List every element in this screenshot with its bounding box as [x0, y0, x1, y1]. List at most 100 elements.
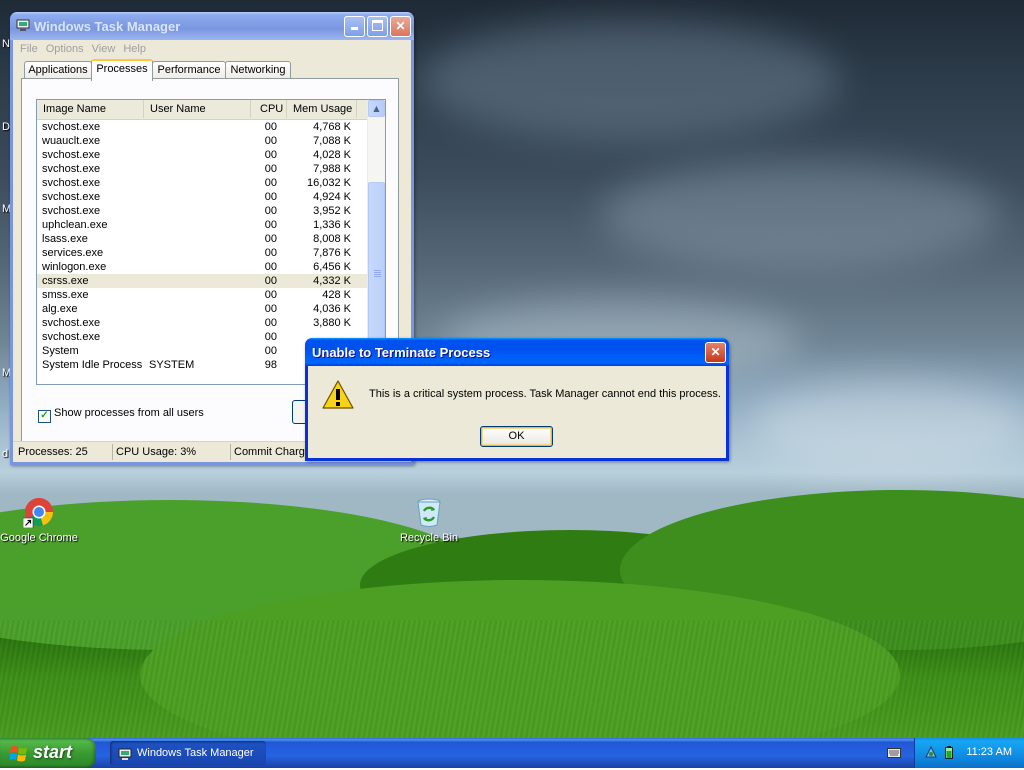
process-mem: 4,768 K [313, 121, 351, 133]
desktop-icon-recycle-bin[interactable]: Recycle Bin [384, 496, 474, 544]
process-cpu: 00 [264, 135, 277, 147]
show-all-users-checkbox[interactable]: ✓ Show processes from all users [38, 407, 204, 423]
menu-options[interactable]: Options [43, 40, 89, 55]
process-name: System Idle Process [42, 359, 143, 371]
close-button[interactable]: ✕ [390, 16, 411, 37]
process-name: csrss.exe [42, 275, 89, 287]
table-row[interactable]: svchost.exe 00 4,924 K [37, 190, 368, 204]
process-cpu: 00 [264, 163, 277, 175]
table-row[interactable]: smss.exe 00 428 K [37, 288, 368, 302]
column-header-mem-usage[interactable]: Mem Usage [287, 100, 357, 118]
taskbar: start Windows Task Manager 11:23 AM [0, 738, 1024, 768]
process-name: svchost.exe [42, 317, 101, 329]
table-row[interactable]: wuauclt.exe 00 7,088 K [37, 134, 368, 148]
windows-logo-icon [9, 745, 28, 762]
tab-processes[interactable]: Processes [91, 59, 153, 81]
keyboard-icon[interactable] [887, 748, 901, 758]
column-header-user-name[interactable]: User Name [144, 100, 251, 118]
column-header-cpu[interactable]: CPU [251, 100, 287, 118]
taskbar-button-task-manager[interactable]: Windows Task Manager [110, 741, 266, 765]
column-header-image-name[interactable]: Image Name [37, 100, 144, 118]
show-all-users-label: Show processes from all users [54, 407, 204, 419]
table-row[interactable]: csrss.exe 00 4,332 K [37, 274, 368, 288]
process-cpu: 00 [264, 247, 277, 259]
maximize-button[interactable] [367, 16, 388, 37]
desktop-icon-label-clipped: D [2, 121, 10, 133]
title-bar[interactable]: Windows Task Manager ✕ [10, 12, 414, 40]
task-manager-icon [118, 746, 132, 760]
process-mem: 4,036 K [313, 303, 351, 315]
battery-icon[interactable] [945, 746, 953, 759]
scroll-up-button[interactable]: ▲ [368, 100, 385, 117]
tab-networking[interactable]: Networking [225, 61, 291, 79]
process-mem: 428 K [322, 289, 351, 301]
process-cpu: 00 [264, 261, 277, 273]
tab-applications[interactable]: Applications [24, 61, 92, 79]
ok-button[interactable]: OK [480, 426, 553, 447]
table-row[interactable]: winlogon.exe 00 6,456 K [37, 260, 368, 274]
menu-help[interactable]: Help [120, 40, 151, 55]
tab-performance[interactable]: Performance [152, 61, 226, 79]
dialog-title-bar[interactable]: Unable to Terminate Process ✕ [305, 338, 729, 366]
process-cpu: 00 [264, 191, 277, 203]
table-row[interactable]: lsass.exe 00 8,008 K [37, 232, 368, 246]
dialog-title: Unable to Terminate Process [312, 345, 491, 360]
process-cpu: 00 [264, 303, 277, 315]
process-cpu: 00 [264, 205, 277, 217]
clock[interactable]: 11:23 AM [966, 746, 1012, 758]
process-name: services.exe [42, 247, 104, 259]
process-cpu: 00 [264, 177, 277, 189]
process-list-header: Image Name User Name CPU Mem Usage [37, 100, 368, 120]
process-cpu: 00 [264, 289, 277, 301]
status-cpu-usage: CPU Usage: 3% [113, 444, 231, 460]
process-name: alg.exe [42, 303, 78, 315]
desktop-icon-label-clipped: N [2, 38, 10, 50]
table-row[interactable]: svchost.exe 00 16,032 K [37, 176, 368, 190]
process-cpu: 00 [264, 233, 277, 245]
desktop-icon-label: Google Chrome [0, 532, 78, 544]
process-cpu: 00 [264, 149, 277, 161]
arrow-up-icon: ▲ [373, 104, 380, 113]
process-mem: 7,876 K [313, 247, 351, 259]
dialog-body: This is a critical system process. Task … [308, 366, 726, 486]
process-cpu: 00 [264, 121, 277, 133]
process-name: winlogon.exe [42, 261, 107, 273]
process-cpu: 00 [264, 331, 277, 343]
table-row[interactable]: svchost.exe 00 3,952 K [37, 204, 368, 218]
process-cpu: 00 [264, 219, 277, 231]
process-name: svchost.exe [42, 121, 101, 133]
process-name: wuauclt.exe [42, 135, 101, 147]
table-row[interactable]: alg.exe 00 4,036 K [37, 302, 368, 316]
process-mem: 6,456 K [313, 261, 351, 273]
table-row[interactable]: svchost.exe 00 3,880 K [37, 316, 368, 330]
table-row[interactable]: svchost.exe 00 4,028 K [37, 148, 368, 162]
process-cpu: 00 [264, 345, 277, 357]
table-row[interactable]: svchost.exe 00 4,768 K [37, 120, 368, 134]
process-name: svchost.exe [42, 191, 101, 203]
process-name: smss.exe [42, 289, 89, 301]
process-mem: 3,880 K [313, 317, 351, 329]
start-label: start [33, 742, 73, 762]
dialog-close-button[interactable]: ✕ [705, 342, 726, 363]
process-mem: 8,008 K [313, 233, 351, 245]
process-name: svchost.exe [42, 205, 101, 217]
process-name: svchost.exe [42, 163, 101, 175]
minimize-button[interactable] [344, 16, 365, 37]
table-row[interactable]: svchost.exe 00 7,988 K [37, 162, 368, 176]
network-icon[interactable] [924, 745, 938, 760]
table-row[interactable]: services.exe 00 7,876 K [37, 246, 368, 260]
menu-view[interactable]: View [89, 40, 121, 55]
start-button[interactable]: start [0, 738, 96, 768]
table-row[interactable]: uphclean.exe 00 1,336 K [37, 218, 368, 232]
close-icon: ✕ [395, 19, 406, 33]
desktop-icon-google-chrome[interactable]: Google Chrome [0, 496, 84, 544]
status-processes: Processes: 25 [15, 444, 113, 460]
minimize-icon [351, 27, 358, 30]
unable-to-terminate-dialog: Unable to Terminate Process ✕ This is a … [305, 338, 729, 461]
task-manager-app-icon [16, 19, 30, 32]
menu-file[interactable]: File [17, 40, 43, 55]
process-mem: 7,988 K [313, 163, 351, 175]
taskbar-button-label: Windows Task Manager [137, 747, 254, 759]
process-mem: 4,332 K [313, 275, 351, 287]
recycle-bin-icon [413, 496, 445, 528]
